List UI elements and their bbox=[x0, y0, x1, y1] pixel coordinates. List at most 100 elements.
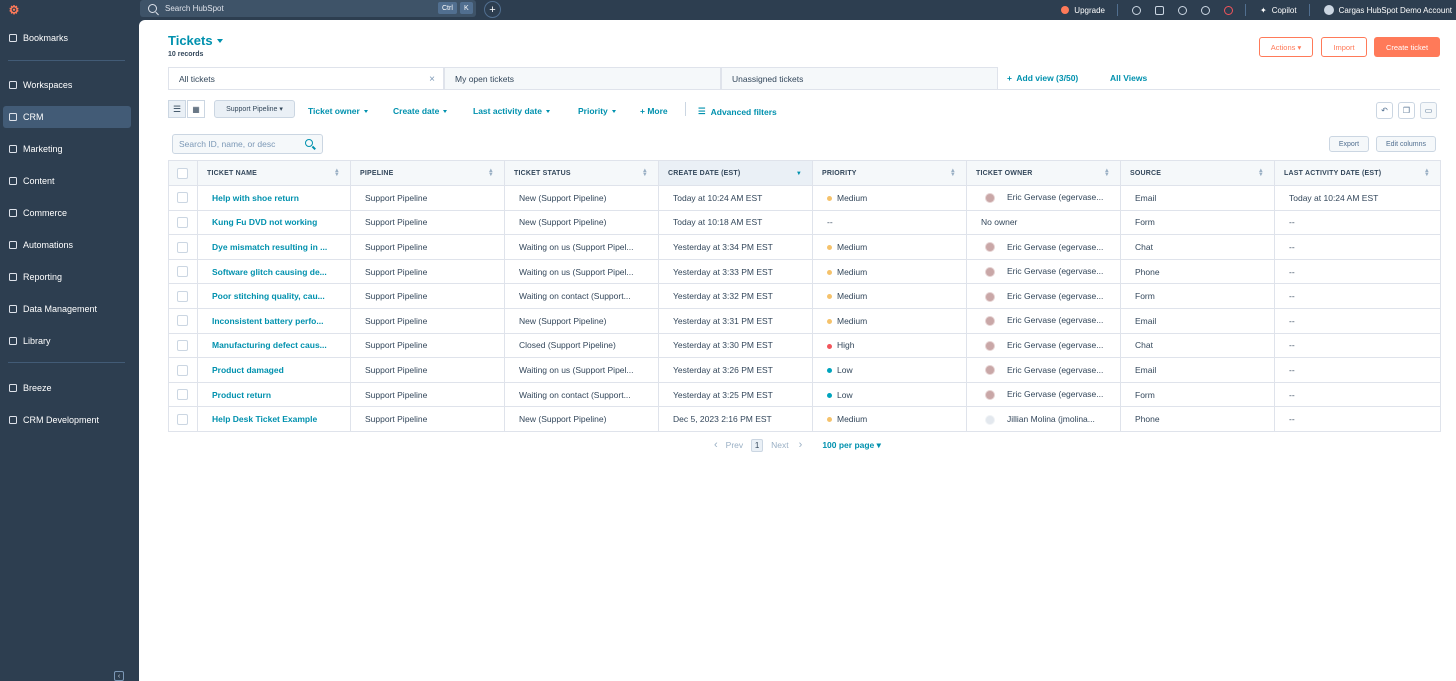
ticket-name-link[interactable]: Manufacturing defect caus... bbox=[212, 340, 327, 350]
sidebar-item-content[interactable]: Content bbox=[3, 170, 131, 192]
priority-dot-icon bbox=[827, 294, 832, 300]
row-checkbox[interactable] bbox=[177, 389, 188, 401]
pipeline-select[interactable]: Support Pipeline ▾ bbox=[214, 100, 295, 118]
last-activity-date-filter[interactable]: Last activity date bbox=[473, 106, 550, 116]
more-filters-button[interactable]: + More bbox=[640, 106, 668, 116]
select-all-checkbox[interactable] bbox=[177, 167, 188, 179]
sidebar-item-commerce[interactable]: Commerce bbox=[3, 202, 131, 224]
column-header-priority[interactable]: Priority ▲ ▼ bbox=[812, 160, 967, 186]
ticket-name-link[interactable]: Dye mismatch resulting in ... bbox=[212, 242, 327, 252]
create-date-filter[interactable]: Create date bbox=[393, 106, 448, 116]
column-label: Pipeline bbox=[360, 169, 394, 177]
ticket-name-link[interactable]: Kung Fu DVD not working bbox=[212, 217, 317, 227]
sidebar-collapse-button[interactable]: ‹ bbox=[114, 671, 124, 681]
close-icon[interactable]: × bbox=[429, 74, 435, 85]
save-view-button[interactable]: ▭ bbox=[1420, 102, 1437, 119]
table-row[interactable]: Poor stitching quality, cau... Support Pi… bbox=[168, 283, 1441, 309]
column-header-source[interactable]: Source ▲ ▼ bbox=[1120, 160, 1275, 186]
create-ticket-button[interactable]: Create ticket bbox=[1374, 37, 1440, 57]
ticket-name-link[interactable]: Product damaged bbox=[212, 365, 284, 375]
per-page-select[interactable]: 100 per page ▾ bbox=[822, 440, 881, 451]
all-views-link[interactable]: All Views bbox=[1110, 73, 1147, 83]
table-search-input[interactable] bbox=[173, 135, 295, 153]
ticket-name-link[interactable]: Poor stitching quality, cau... bbox=[212, 291, 325, 301]
sidebar-item-marketing[interactable]: Marketing bbox=[3, 138, 131, 160]
copilot-button[interactable]: ✦ Copilot bbox=[1260, 6, 1297, 15]
edit-columns-button[interactable]: Edit columns bbox=[1376, 136, 1436, 152]
marketplace-icon[interactable] bbox=[1154, 5, 1164, 15]
notifications-bell-icon[interactable] bbox=[1223, 5, 1233, 15]
import-button[interactable]: Import bbox=[1321, 37, 1367, 57]
undo-button[interactable]: ↶ bbox=[1376, 102, 1393, 119]
column-header-ticket-status[interactable]: Ticket status ▲ ▼ bbox=[504, 160, 659, 186]
duplicate-view-button[interactable]: ❐ bbox=[1398, 102, 1415, 119]
sidebar-item-bookmarks[interactable]: Bookmarks bbox=[3, 27, 131, 49]
sidebar-item-breeze[interactable]: Breeze bbox=[3, 377, 131, 399]
column-header-ticket-name[interactable]: Ticket name ▲ ▼ bbox=[197, 160, 351, 186]
ticket-name-cell: Kung Fu DVD not working bbox=[197, 209, 351, 236]
row-checkbox[interactable] bbox=[177, 339, 188, 351]
table-row[interactable]: Kung Fu DVD not working Support Pipeline N… bbox=[168, 209, 1441, 236]
column-header-last-activity-date[interactable]: Last activity date (EST) ▲ ▼ bbox=[1274, 160, 1441, 186]
ticket-name-link[interactable]: Product return bbox=[212, 390, 271, 400]
calling-icon[interactable] bbox=[1131, 5, 1141, 15]
table-row[interactable]: Manufacturing defect caus... Support Pipe… bbox=[168, 332, 1441, 359]
table-row[interactable]: Product damaged Support Pipeline Waiting o… bbox=[168, 357, 1441, 383]
current-page-number[interactable]: 1 bbox=[751, 438, 764, 452]
prev-page-button[interactable]: Prev bbox=[726, 440, 743, 450]
sidebar-item-crm-development[interactable]: CRM Development bbox=[3, 409, 131, 431]
column-header-pipeline[interactable]: Pipeline ▲ ▼ bbox=[350, 160, 505, 186]
priority-filter[interactable]: Priority bbox=[578, 106, 616, 116]
board-view-toggle[interactable]: ▦ bbox=[187, 100, 205, 118]
row-checkbox[interactable] bbox=[177, 217, 188, 229]
row-checkbox[interactable] bbox=[177, 315, 188, 327]
row-checkbox[interactable] bbox=[177, 290, 188, 302]
sidebar-item-library[interactable]: Library bbox=[3, 330, 131, 352]
ticket-owner-filter[interactable]: Ticket owner bbox=[308, 106, 368, 116]
tab-my-open-tickets[interactable]: My open tickets bbox=[444, 67, 721, 90]
page-title-dropdown[interactable]: Tickets bbox=[168, 33, 223, 48]
chevron-right-icon[interactable]: › bbox=[799, 439, 803, 451]
tab-all-tickets[interactable]: All tickets × bbox=[168, 67, 444, 90]
help-icon[interactable] bbox=[1177, 5, 1187, 15]
sidebar-item-label: Bookmarks bbox=[23, 33, 69, 43]
ticket-name-link[interactable]: Help Desk Ticket Example bbox=[212, 414, 317, 424]
account-menu[interactable]: Cargas HubSpot Demo Account bbox=[1323, 5, 1452, 15]
row-checkbox[interactable] bbox=[177, 266, 188, 278]
table-row[interactable]: Help Desk Ticket Example Support Pipeline… bbox=[168, 406, 1441, 432]
ticket-name-link[interactable]: Help with shoe return bbox=[212, 193, 299, 203]
tab-unassigned-tickets[interactable]: Unassigned tickets bbox=[721, 67, 998, 90]
hubspot-logo-icon[interactable]: ⚙ bbox=[0, 0, 28, 20]
advanced-filters-button[interactable]: ☰ Advanced filters bbox=[698, 106, 777, 117]
row-checkbox[interactable] bbox=[177, 192, 188, 204]
table-row[interactable]: Inconsistent battery perfo... Support Pip… bbox=[168, 307, 1441, 334]
upgrade-button[interactable]: Upgrade bbox=[1061, 6, 1105, 15]
add-view-button[interactable]: + Add view (3/50) bbox=[1007, 73, 1078, 83]
table-row[interactable]: Help with shoe return Support Pipeline New… bbox=[168, 185, 1441, 211]
sidebar-item-workspaces[interactable]: Workspaces bbox=[3, 74, 131, 96]
priority-label: Low bbox=[837, 364, 853, 375]
sidebar-item-crm[interactable]: CRM bbox=[3, 106, 131, 128]
row-checkbox[interactable] bbox=[177, 241, 188, 253]
ticket-name-link[interactable]: Software glitch causing de... bbox=[212, 267, 327, 277]
export-button[interactable]: Export bbox=[1329, 136, 1369, 152]
settings-gear-icon[interactable] bbox=[1200, 5, 1210, 15]
actions-button[interactable]: Actions ▾ bbox=[1259, 37, 1313, 57]
list-view-toggle[interactable]: ☰ bbox=[168, 100, 186, 118]
global-search[interactable]: Search HubSpot Ctrl K bbox=[140, 0, 476, 17]
column-header-ticket-owner[interactable]: Ticket owner ▲ ▼ bbox=[966, 160, 1121, 186]
table-row[interactable]: Software glitch causing de... Support Pip… bbox=[168, 258, 1441, 285]
sidebar-item-data-management[interactable]: Data Management bbox=[3, 298, 131, 320]
table-row[interactable]: Dye mismatch resulting in ... Support Pip… bbox=[168, 234, 1441, 260]
quick-create-button[interactable]: + bbox=[484, 1, 501, 18]
chevron-left-icon[interactable]: ‹ bbox=[714, 439, 718, 451]
search-icon[interactable] bbox=[305, 139, 313, 147]
row-checkbox[interactable] bbox=[177, 364, 188, 376]
row-checkbox[interactable] bbox=[177, 413, 188, 425]
table-row[interactable]: Product return Support Pipeline Waiting on… bbox=[168, 381, 1441, 408]
sidebar-item-reporting[interactable]: Reporting bbox=[3, 266, 131, 288]
next-page-button[interactable]: Next bbox=[771, 440, 788, 450]
ticket-name-link[interactable]: Inconsistent battery perfo... bbox=[212, 316, 323, 326]
column-header-create-date[interactable]: Create date (EST) ▼ bbox=[658, 160, 813, 186]
sidebar-item-automations[interactable]: Automations bbox=[3, 234, 131, 256]
